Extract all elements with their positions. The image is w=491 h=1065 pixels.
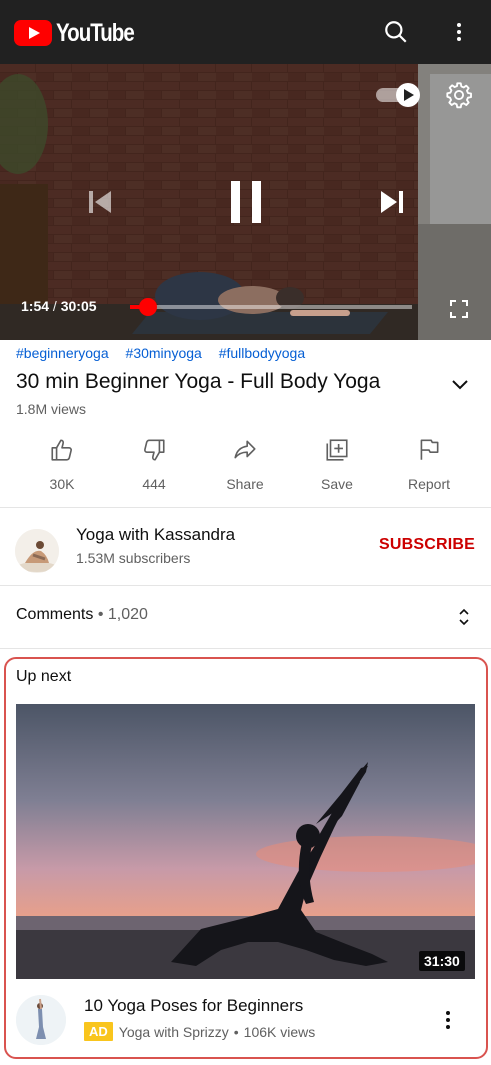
video-duration-badge: 31:30 xyxy=(419,951,465,971)
channel-row: Yoga with Kassandra 1.53M subscribers SU… xyxy=(0,508,491,586)
dislike-count: 444 xyxy=(142,476,166,492)
pause-icon[interactable] xyxy=(222,174,270,230)
hashtag-link[interactable]: #beginneryoga xyxy=(16,345,109,361)
time-separator: / xyxy=(52,298,57,314)
comments-label: Comments xyxy=(16,606,94,623)
channel-name[interactable]: Yoga with Kassandra xyxy=(76,525,235,545)
meta-separator: • xyxy=(233,1023,239,1040)
hashtag-list: #beginneryoga #30minyoga #fullbodyyoga xyxy=(16,345,318,361)
like-button[interactable]: 30K xyxy=(17,430,107,492)
playback-timecode: 1:54 / 30:05 xyxy=(21,298,97,314)
search-icon[interactable] xyxy=(378,14,414,50)
up-next-thumbnail[interactable] xyxy=(16,704,475,979)
comments-header[interactable]: Comments • 1,020 xyxy=(16,606,148,624)
up-next-channel-name: Yoga with Sprizzy xyxy=(118,1023,229,1040)
comments-count: 1,020 xyxy=(107,606,148,623)
up-next-meta: AD Yoga with Sprizzy • 106K views xyxy=(84,1022,315,1041)
ad-badge: AD xyxy=(84,1022,113,1041)
save-button[interactable]: Save xyxy=(292,430,382,492)
fullscreen-icon[interactable] xyxy=(446,296,472,322)
share-icon xyxy=(230,435,260,465)
action-bar: 30K 444 Share Save Report xyxy=(0,430,491,500)
thumb-down-icon xyxy=(139,435,169,465)
subscribe-button[interactable]: SUBSCRIBE xyxy=(379,536,475,554)
comments-separator: • xyxy=(97,606,104,623)
save-label: Save xyxy=(321,476,353,492)
total-duration: 30:05 xyxy=(60,298,97,314)
hashtag-link[interactable]: #30minyoga xyxy=(126,345,202,361)
more-vert-icon[interactable] xyxy=(441,14,477,50)
view-count: 1.8M views xyxy=(16,401,87,417)
channel-avatar[interactable] xyxy=(15,529,59,573)
dislike-button[interactable]: 444 xyxy=(109,430,199,492)
unfold-more-icon[interactable] xyxy=(452,605,476,629)
thumb-up-icon xyxy=(47,435,77,465)
seek-bar-scrubber[interactable] xyxy=(139,298,157,316)
more-vert-icon[interactable] xyxy=(436,1008,460,1032)
like-count: 30K xyxy=(49,476,75,492)
divider xyxy=(0,648,491,649)
subscriber-count: 1.53M subscribers xyxy=(76,550,191,566)
share-button[interactable]: Share xyxy=(200,430,290,492)
expand-description-chevron-icon[interactable] xyxy=(448,373,472,397)
youtube-play-logo-icon xyxy=(14,20,52,46)
save-playlist-icon xyxy=(322,435,352,465)
hashtag-link[interactable]: #fullbodyyoga xyxy=(219,345,305,361)
report-label: Report xyxy=(407,476,451,492)
youtube-logo[interactable]: YouTube xyxy=(14,18,151,48)
share-label: Share xyxy=(226,476,264,492)
thumbnail-image xyxy=(16,704,475,979)
up-next-label: Up next xyxy=(16,668,72,685)
up-next-view-count: 106K views xyxy=(243,1023,316,1040)
top-app-bar: YouTube xyxy=(0,0,491,64)
up-next-title[interactable]: 10 Yoga Poses for Beginners xyxy=(84,996,303,1016)
seek-bar[interactable] xyxy=(130,298,412,316)
report-button[interactable]: Report xyxy=(384,430,474,492)
logo-text: YouTube xyxy=(56,18,135,47)
up-next-channel-avatar[interactable] xyxy=(16,995,66,1045)
previous-icon[interactable] xyxy=(80,184,120,220)
current-time: 1:54 xyxy=(21,298,50,314)
autoplay-toggle[interactable] xyxy=(374,82,422,108)
next-icon[interactable] xyxy=(372,184,412,220)
flag-icon xyxy=(414,435,444,465)
settings-gear-icon[interactable] xyxy=(444,80,474,110)
divider xyxy=(0,585,491,586)
video-title: 30 min Beginner Yoga - Full Body Yoga xyxy=(16,370,381,393)
